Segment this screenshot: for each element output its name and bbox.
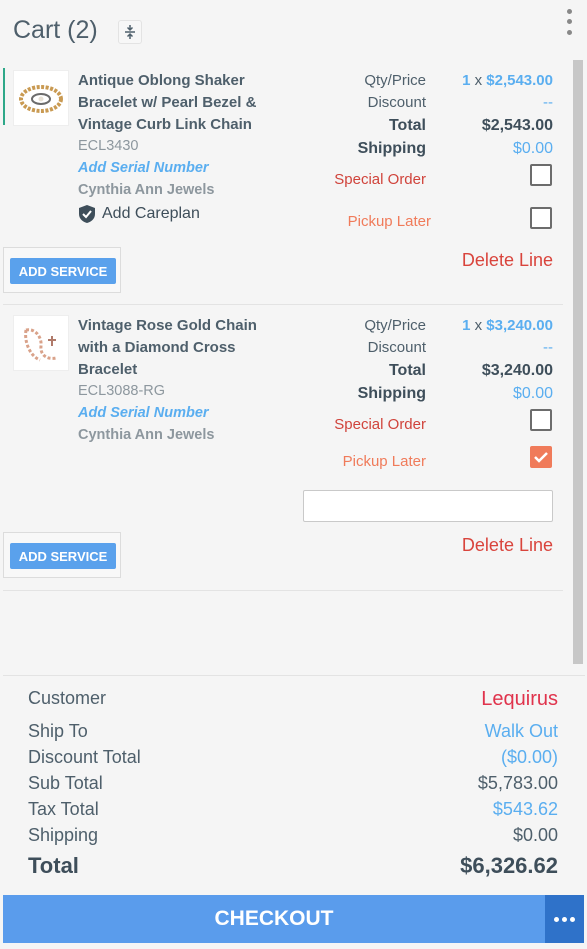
summary-subtotal-row: Sub Total $5,783.00	[28, 773, 558, 794]
more-actions-icon[interactable]	[545, 895, 584, 943]
summary-ship-to-row: Ship To Walk Out	[28, 721, 558, 742]
product-thumbnail[interactable]	[13, 315, 69, 371]
add-careplan-button[interactable]: Add Careplan	[78, 204, 200, 224]
product-sku: ECL3088-RG	[78, 383, 166, 399]
product-thumbnail[interactable]	[13, 70, 69, 126]
add-service-container: ADD SERVICE	[3, 532, 121, 578]
cart-item: Antique Oblong Shaker Bracelet w/ Pearl …	[3, 60, 563, 305]
cart-header: Cart (2)	[0, 0, 587, 60]
pickup-later-checkbox[interactable]	[530, 446, 552, 468]
product-name[interactable]: Antique Oblong Shaker Bracelet w/ Pearl …	[78, 70, 268, 136]
qty-times: x	[474, 317, 483, 334]
shield-check-icon	[79, 205, 95, 223]
qty-value[interactable]: 1	[462, 72, 470, 89]
careplan-label: Add Careplan	[102, 205, 200, 222]
discount-total-value[interactable]: ($0.00)	[501, 747, 558, 768]
customer-value[interactable]: Lequirus	[481, 688, 558, 711]
bracelet-image-icon	[24, 328, 57, 362]
qty-price-value[interactable]: 1 x $2,543.00	[403, 72, 553, 89]
line-total-value: $3,240.00	[481, 362, 553, 379]
tax-total-label: Tax Total	[28, 799, 99, 819]
shipping-value[interactable]: $0.00	[403, 385, 553, 403]
shipping-total-label: Shipping	[28, 825, 99, 845]
summary-tax-row: Tax Total $543.62	[28, 799, 558, 820]
collapse-icon	[125, 25, 135, 39]
checkmark-icon	[534, 452, 548, 463]
collapse-toggle-button[interactable]	[118, 20, 142, 44]
qty-times: x	[474, 72, 483, 89]
discount-total-label: Discount Total	[28, 747, 141, 767]
sub-total-value: $5,783.00	[477, 773, 558, 793]
grand-total-label: Total	[28, 853, 79, 878]
line-total-value: $2,543.00	[481, 117, 553, 134]
checkout-button[interactable]: CHECKOUT	[3, 895, 545, 943]
special-order-checkbox[interactable]	[530, 409, 552, 431]
cart-items-list: Antique Oblong Shaker Bracelet w/ Pearl …	[0, 60, 587, 665]
summary-shipping-row: Shipping $0.00	[28, 825, 558, 846]
price-value[interactable]: $2,543.00	[486, 72, 553, 89]
product-vendor: Cynthia Ann Jewels	[78, 182, 215, 198]
pickup-later-label: Pickup Later	[347, 213, 431, 230]
add-service-container: ADD SERVICE	[3, 247, 121, 293]
qty-value[interactable]: 1	[462, 317, 470, 334]
discount-value[interactable]: --	[403, 339, 553, 356]
discount-value[interactable]: --	[403, 94, 553, 111]
order-summary: Customer Lequirus Ship To Walk Out Disco…	[3, 675, 585, 890]
ship-to-value[interactable]: Walk Out	[485, 721, 558, 742]
add-service-button[interactable]: ADD SERVICE	[10, 543, 116, 569]
ship-to-label: Ship To	[28, 721, 88, 741]
summary-discount-row: Discount Total ($0.00)	[28, 747, 558, 768]
summary-total-row: Total $6,326.62	[28, 853, 558, 879]
special-order-label: Special Order	[334, 416, 426, 433]
sub-total-label: Sub Total	[28, 773, 103, 793]
qty-price-value[interactable]: 1 x $3,240.00	[403, 317, 553, 334]
cart-item: Vintage Rose Gold Chain with a Diamond C…	[3, 305, 563, 591]
pickup-note-input[interactable]	[303, 490, 553, 522]
delete-line-button[interactable]: Delete Line	[443, 250, 553, 271]
special-order-checkbox[interactable]	[530, 164, 552, 186]
pickup-later-label: Pickup Later	[342, 453, 426, 470]
price-value[interactable]: $3,240.00	[486, 317, 553, 334]
list-scrollbar[interactable]	[573, 60, 583, 664]
shipping-total-value: $0.00	[512, 825, 558, 845]
grand-total-value: $6,326.62	[460, 853, 558, 878]
special-order-label: Special Order	[334, 171, 426, 188]
more-options-icon[interactable]	[560, 6, 578, 38]
product-sku: ECL3430	[78, 138, 139, 154]
summary-customer-row: Customer Lequirus	[28, 688, 558, 711]
tax-total-value[interactable]: $543.62	[493, 799, 558, 820]
pickup-later-checkbox[interactable]	[530, 207, 552, 229]
product-vendor: Cynthia Ann Jewels	[78, 427, 215, 443]
cart-title: Cart (2)	[13, 16, 98, 44]
bracelet-image-icon	[19, 85, 63, 113]
delete-line-button[interactable]: Delete Line	[443, 535, 553, 556]
selected-indicator	[3, 68, 5, 125]
shipping-value[interactable]: $0.00	[403, 140, 553, 158]
product-name[interactable]: Vintage Rose Gold Chain with a Diamond C…	[78, 315, 268, 381]
customer-label: Customer	[28, 688, 107, 708]
add-service-button[interactable]: ADD SERVICE	[10, 258, 116, 284]
add-serial-number-link[interactable]: Add Serial Number	[78, 405, 209, 421]
add-serial-number-link[interactable]: Add Serial Number	[78, 160, 209, 176]
